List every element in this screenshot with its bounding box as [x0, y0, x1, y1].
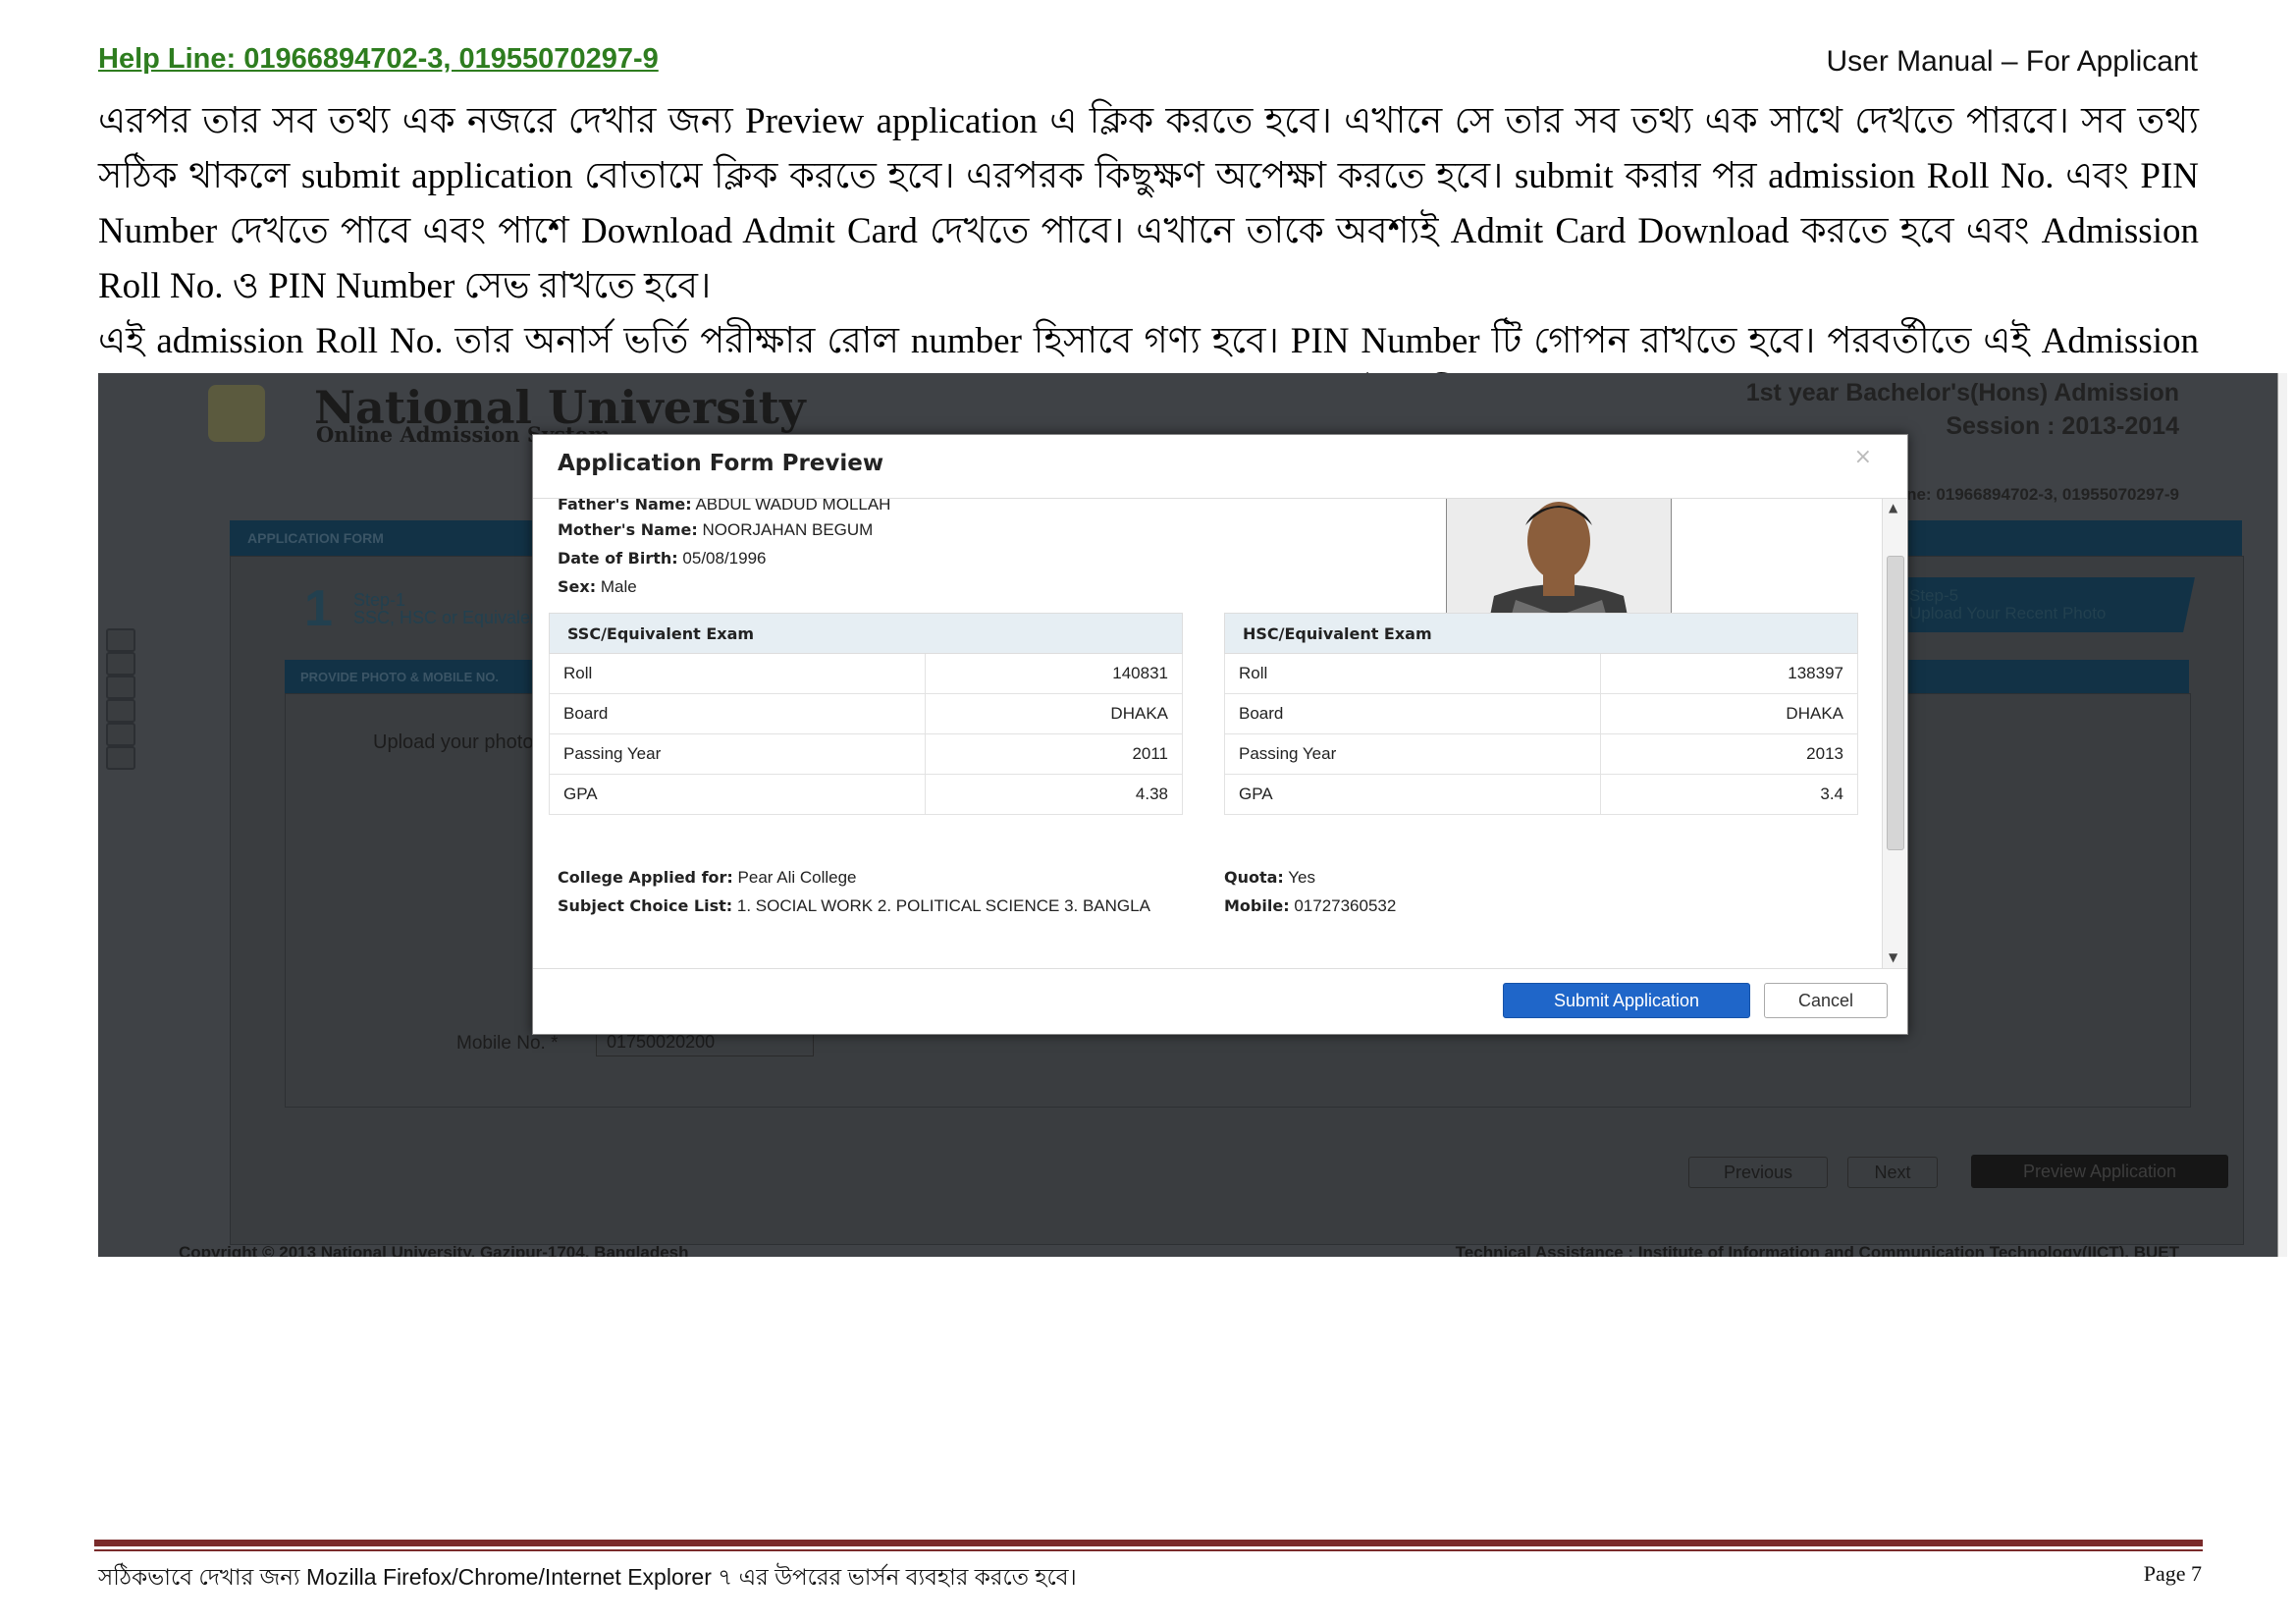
submit-application-button[interactable]: Submit Application	[1503, 983, 1750, 1018]
sex-label: Sex:	[558, 577, 597, 596]
scroll-thumb[interactable]	[1887, 556, 1904, 850]
table-row: Board DHAKA	[1223, 693, 1858, 734]
mothers-name-label: Mother's Name:	[558, 520, 698, 539]
table-cell: Board	[1223, 693, 1602, 734]
page-number: Page 7	[2143, 1561, 2202, 1586]
modal-body: Father's Name: ABDUL WADUD MOLLAH Mother…	[533, 499, 1880, 968]
table-cell: Passing Year	[1223, 733, 1602, 775]
next-button[interactable]: Next	[1847, 1157, 1938, 1188]
modal-title: Application Form Preview	[558, 451, 884, 476]
table-cell: DHAKA	[925, 693, 1183, 734]
table-cell: DHAKA	[1600, 693, 1858, 734]
preview-application-button[interactable]: Preview Application	[1971, 1155, 2228, 1188]
technical-assistance-text: Technical Assistance : Institute of Info…	[1455, 1243, 2179, 1257]
college-value: Pear Ali College	[737, 868, 857, 887]
mobile-label: Mobile No. *	[456, 1033, 559, 1054]
fathers-name-value: ABDUL WADUD MOLLAH	[695, 499, 891, 514]
instruction-text-1: এরপর তার সব তথ্য এক নজরে দেখার জন্য Prev…	[98, 101, 2199, 306]
scroll-down-icon[interactable]: ▼	[1889, 950, 1897, 964]
step5-subtitle: Upload Your Recent Photo	[1909, 604, 2107, 623]
table-row: Board DHAKA	[548, 693, 1183, 734]
footer-note: সঠিকভাবে দেখার জন্য Mozilla Firefox/Chro…	[98, 1564, 1077, 1590]
table-row: Passing Year 2011	[548, 733, 1183, 775]
side-button[interactable]	[106, 628, 135, 652]
mothers-name: Mother's Name: NOORJAHAN BEGUM	[558, 520, 873, 540]
modal-mobile-value: 01727360532	[1294, 896, 1397, 915]
hsc-table: HSC/Equivalent Exam Roll 138397 Board DHAK…	[1223, 613, 1858, 815]
dob-value: 05/08/1996	[682, 549, 767, 568]
table-cell: GPA	[548, 774, 927, 815]
table-cell: 138397	[1600, 653, 1858, 694]
admission-title: 1st year Bachelor's(Hons) Admission	[1745, 379, 2179, 406]
table-row: Roll 140831	[548, 653, 1183, 694]
table-cell: 140831	[925, 653, 1183, 694]
table-cell: 4.38	[925, 774, 1183, 815]
previous-button[interactable]: Previous	[1688, 1157, 1828, 1188]
photo-section-label: PROVIDE PHOTO & MOBILE NO.	[300, 670, 500, 684]
table-cell: 2011	[925, 733, 1183, 775]
college-label: College Applied for:	[558, 868, 733, 887]
table-cell: Roll	[1223, 653, 1602, 694]
side-button[interactable]	[106, 746, 135, 770]
ssc-table: SSC/Equivalent Exam Roll 140831 Board DHAK…	[548, 613, 1183, 815]
modal-scrollbar[interactable]: ▲ ▼	[1882, 499, 1906, 968]
quota-label: Quota:	[1224, 868, 1284, 887]
footer-rule-thin	[94, 1549, 2203, 1551]
screenshot-image: National University Online Admission Sys…	[98, 373, 2287, 1257]
mobile: Mobile: 01727360532	[1224, 896, 1396, 916]
date-of-birth: Date of Birth: 05/08/1996	[558, 549, 767, 568]
step1-number: 1	[304, 580, 333, 637]
university-logo	[208, 385, 265, 442]
application-form-label: APPLICATION FORM	[247, 530, 384, 546]
manual-title: User Manual – For Applicant	[1826, 45, 2198, 78]
step1-title: Step-1	[353, 590, 406, 610]
scroll-up-icon[interactable]: ▲	[1889, 501, 1897, 514]
subject-label: Subject Choice List:	[558, 896, 733, 915]
ssc-header: SSC/Equivalent Exam	[549, 613, 1183, 654]
helpline-header: Help Line: 01966894702-3, 01955070297-9	[98, 43, 659, 75]
modal-footer-divider	[533, 968, 1907, 969]
step5-label[interactable]: Step-5 Upload Your Recent Photo	[1909, 587, 2106, 623]
table-row: Passing Year 2013	[1223, 733, 1858, 775]
close-icon[interactable]: ×	[1854, 445, 1872, 469]
copyright-text: Copyright © 2013 National University, Ga…	[179, 1243, 689, 1257]
table-cell: GPA	[1223, 774, 1602, 815]
browser-scrollbar[interactable]	[2277, 373, 2287, 1257]
table-cell: Passing Year	[548, 733, 927, 775]
side-button[interactable]	[106, 676, 135, 699]
subject-value: 1. SOCIAL WORK 2. POLITICAL SCIENCE 3. B…	[736, 896, 1150, 915]
side-button[interactable]	[106, 723, 135, 746]
table-cell: 2013	[1600, 733, 1858, 775]
mothers-name-value: NOORJAHAN BEGUM	[702, 520, 874, 539]
quota: Quota: Yes	[1224, 868, 1315, 888]
table-row: Roll 138397	[1223, 653, 1858, 694]
quota-value: Yes	[1288, 868, 1315, 887]
sex: Sex: Male	[558, 577, 637, 597]
modal-mobile-label: Mobile:	[1224, 896, 1290, 915]
table-row: GPA 4.38	[548, 774, 1183, 815]
step5-title: Step-5	[1909, 586, 1959, 605]
side-button[interactable]	[106, 652, 135, 676]
table-cell: Board	[548, 693, 927, 734]
session-label: Session : 2013-2014	[1946, 412, 2179, 440]
dob-label: Date of Birth:	[558, 549, 678, 568]
application-preview-modal: Application Form Preview × Father's Name…	[532, 434, 1908, 1035]
hsc-header: HSC/Equivalent Exam	[1224, 613, 1858, 654]
step1-subtitle: SSC, HSC or Equivalent	[353, 608, 546, 627]
sex-value: Male	[600, 577, 637, 596]
cancel-button[interactable]: Cancel	[1764, 983, 1888, 1018]
step1-label[interactable]: Step-1 SSC, HSC or Equivalent	[353, 591, 545, 626]
table-row: GPA 3.4	[1223, 774, 1858, 815]
fathers-name-label: Father's Name:	[558, 499, 692, 514]
table-cell: 3.4	[1600, 774, 1858, 815]
side-button[interactable]	[106, 699, 135, 723]
subject-choice: Subject Choice List: 1. SOCIAL WORK 2. P…	[558, 896, 1150, 916]
upload-photo-text: Upload your photo	[373, 731, 534, 753]
footer-rule	[94, 1540, 2203, 1546]
college-applied: College Applied for: Pear Ali College	[558, 868, 857, 888]
table-cell: Roll	[548, 653, 927, 694]
fathers-name: Father's Name: ABDUL WADUD MOLLAH	[558, 499, 890, 514]
